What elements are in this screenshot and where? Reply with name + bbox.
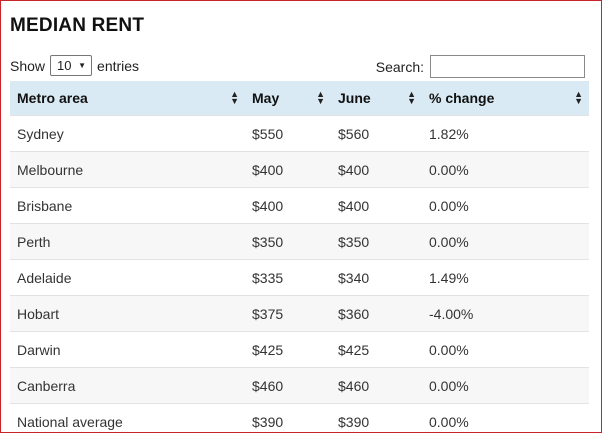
chevron-down-icon: ▼ — [78, 61, 87, 70]
table-row: Melbourne $400 $400 0.00% — [10, 151, 589, 188]
sort-icon: ▲ ▼ — [574, 89, 583, 106]
entries-select[interactable]: 10 ▼ — [50, 55, 93, 76]
column-header-june[interactable]: June ▲ ▼ — [331, 81, 422, 116]
cell-percent-change: 1.82% — [422, 115, 589, 152]
cell-june: $460 — [331, 367, 422, 404]
cell-may: $460 — [245, 367, 331, 404]
table-row: Adelaide $335 $340 1.49% — [10, 259, 589, 296]
cell-may: $390 — [245, 403, 331, 432]
cell-may: $375 — [245, 295, 331, 332]
column-header-percent-change[interactable]: % change ▲ ▼ — [422, 81, 589, 116]
table-row: Brisbane $400 $400 0.00% — [10, 187, 589, 224]
column-header-label: Metro area — [17, 90, 88, 106]
cell-june: $560 — [331, 115, 422, 152]
cell-may: $350 — [245, 223, 331, 260]
cell-percent-change: 0.00% — [422, 223, 589, 260]
table-row: Sydney $550 $560 1.82% — [10, 115, 589, 152]
cell-metro-area: Brisbane — [10, 187, 245, 224]
cell-may: $550 — [245, 115, 331, 152]
sort-icon: ▲ ▼ — [230, 89, 239, 106]
column-header-label: June — [338, 90, 371, 106]
cell-metro-area: Darwin — [10, 331, 245, 368]
rent-table: Metro area ▲ ▼ May ▲ ▼ June ▲ ▼ % change ▲ ▼ — [10, 81, 589, 432]
cell-percent-change: 0.00% — [422, 151, 589, 188]
cell-june: $400 — [331, 187, 422, 224]
entries-length-control: Show 10 ▼ entries — [10, 55, 139, 76]
entries-select-value: 10 — [57, 58, 72, 73]
widget-frame: MEDIAN RENT Show 10 ▼ entries Search: Me… — [0, 0, 602, 433]
cell-metro-area: Hobart — [10, 295, 245, 332]
cell-metro-area: Melbourne — [10, 151, 245, 188]
table-header-row: Metro area ▲ ▼ May ▲ ▼ June ▲ ▼ % change ▲ ▼ — [10, 81, 589, 116]
search-control: Search: — [376, 55, 585, 78]
page-title: MEDIAN RENT — [10, 15, 145, 36]
cell-metro-area: Perth — [10, 223, 245, 260]
table-row: Canberra $460 $460 0.00% — [10, 367, 589, 404]
column-header-label: May — [252, 90, 280, 106]
cell-may: $335 — [245, 259, 331, 296]
search-input[interactable] — [430, 55, 585, 78]
table-row: National average $390 $390 0.00% — [10, 403, 589, 432]
table-row: Darwin $425 $425 0.00% — [10, 331, 589, 368]
cell-percent-change: 0.00% — [422, 403, 589, 432]
table-row: Hobart $375 $360 -4.00% — [10, 295, 589, 332]
cell-metro-area: Adelaide — [10, 259, 245, 296]
cell-june: $360 — [331, 295, 422, 332]
cell-metro-area: National average — [10, 403, 245, 432]
search-label: Search: — [375, 58, 424, 75]
entries-label: entries — [97, 57, 140, 74]
column-header-label: % change — [429, 90, 495, 106]
sort-icon: ▲ ▼ — [407, 89, 416, 106]
cell-may: $400 — [245, 151, 331, 188]
table-row: Perth $350 $350 0.00% — [10, 223, 589, 260]
cell-percent-change: 0.00% — [422, 367, 589, 404]
column-header-may[interactable]: May ▲ ▼ — [245, 81, 331, 116]
cell-percent-change: 0.00% — [422, 187, 589, 224]
sort-icon: ▲ ▼ — [316, 89, 325, 106]
cell-percent-change: 1.49% — [422, 259, 589, 296]
cell-percent-change: 0.00% — [422, 331, 589, 368]
cell-june: $400 — [331, 151, 422, 188]
cell-june: $350 — [331, 223, 422, 260]
cell-may: $425 — [245, 331, 331, 368]
cell-june: $425 — [331, 331, 422, 368]
cell-may: $400 — [245, 187, 331, 224]
cell-metro-area: Canberra — [10, 367, 245, 404]
cell-june: $340 — [331, 259, 422, 296]
show-label: Show — [10, 57, 46, 74]
column-header-metro-area[interactable]: Metro area ▲ ▼ — [10, 81, 245, 116]
cell-june: $390 — [331, 403, 422, 432]
cell-metro-area: Sydney — [10, 115, 245, 152]
cell-percent-change: -4.00% — [422, 295, 589, 332]
